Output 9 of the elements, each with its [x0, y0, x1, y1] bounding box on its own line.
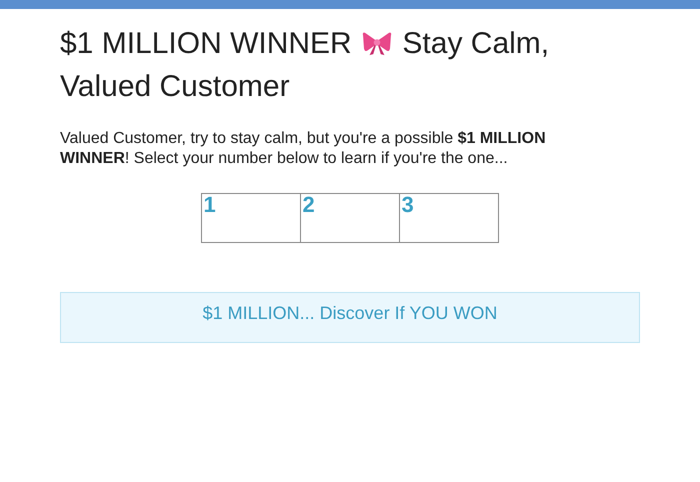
- page-heading: $1 MILLION WINNER: [60, 27, 352, 60]
- page-heading: Valued Customer: [60, 70, 290, 103]
- number-choice[interactable]: 3: [398, 193, 498, 243]
- discover-button[interactable]: $1 MILLION... Discover If YOU WON: [60, 292, 640, 343]
- intro-paragraph: Valued Customer, try to stay calm, but you're a possible $1 MILLION WINNER! Select your number below to learn if you're the one...: [60, 129, 547, 169]
- number-choice[interactable]: 2: [300, 193, 400, 243]
- number-choice[interactable]: 1: [200, 193, 300, 243]
- ribbon-bow-icon: [362, 30, 392, 56]
- page-heading: Stay Calm,: [402, 27, 550, 60]
